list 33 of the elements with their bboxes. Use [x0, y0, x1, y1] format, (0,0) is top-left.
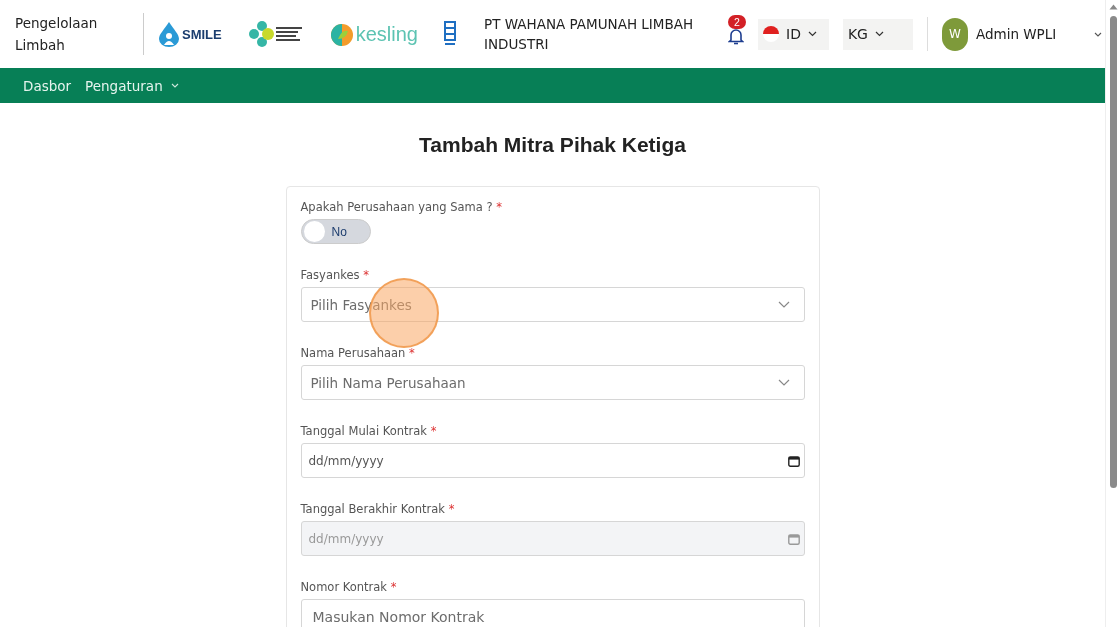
select-field[interactable]: Pilih Nama Perusahaan	[300, 365, 805, 400]
chevron-down-icon	[807, 31, 817, 37]
field-label: Tanggal Berakhir Kontrak *	[300, 502, 456, 516]
chevron-down-icon	[777, 379, 790, 386]
field-label: Nomor Kontrak *	[300, 580, 398, 594]
field-label: Tanggal Mulai Kontrak *	[300, 424, 438, 438]
nav-link[interactable]: Dasbor	[23, 77, 72, 94]
chevron-down-icon	[1093, 31, 1102, 37]
bell-icon	[728, 27, 744, 45]
date-field[interactable]: dd/mm/yyyy	[300, 443, 805, 478]
ministry-logo	[247, 20, 304, 48]
nav-link[interactable]: Pengaturan	[85, 77, 179, 94]
chevron-down-icon	[777, 301, 790, 308]
app-name: Pengelolaan Limbah	[15, 14, 99, 55]
company-name: PT WAHANA PAMUNAH LIMBAH INDUSTRI	[484, 15, 695, 54]
input-field[interactable]: Masukan Nomor Kontrak	[300, 599, 805, 627]
user-avatar: W	[941, 17, 968, 51]
calendar-icon	[787, 532, 800, 545]
unit-select[interactable]: KG	[842, 18, 913, 50]
calendar-icon	[787, 454, 800, 467]
toggle-switch[interactable]: No	[300, 219, 371, 244]
notification-count: 2	[728, 15, 746, 29]
user-menu[interactable]: W Admin WPLI	[941, 17, 1102, 51]
chevron-down-icon	[874, 31, 884, 37]
field-label: Apakah Perusahaan yang Sama ? *	[300, 200, 503, 214]
scroll-up-icon[interactable]	[1108, 4, 1118, 10]
field-label: Nama Perusahaan *	[300, 346, 416, 360]
language-select[interactable]: ID	[758, 18, 829, 50]
indonesia-flag-icon	[763, 26, 779, 42]
field-label: Fasyankes *	[300, 268, 370, 282]
page-title: Tambah Mitra Pihak Ketiga	[419, 133, 686, 157]
kesling-logo: kesling	[329, 21, 418, 47]
smile-logo: SMILE	[158, 21, 222, 47]
